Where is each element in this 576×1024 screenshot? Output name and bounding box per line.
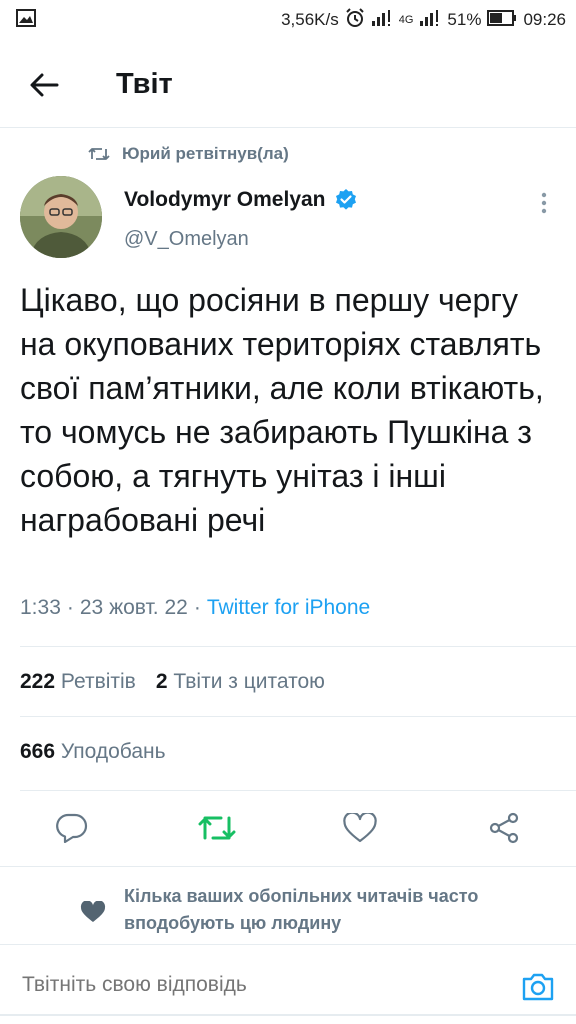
share-icon (489, 812, 519, 844)
clock: 09:26 (523, 10, 566, 29)
top-app-bar: Твіт (0, 42, 576, 128)
meta-separator: · (66, 596, 74, 619)
retweet-context-label: Юрий ретвітнув(ла) (122, 144, 289, 163)
camera-button[interactable] (518, 967, 558, 1007)
network-type: 4G (398, 14, 414, 26)
tweet-actions (0, 800, 576, 856)
battery-icon (487, 9, 517, 31)
reply-input[interactable] (22, 973, 492, 997)
tweet-date: 23 жовт. 22 (79, 596, 188, 619)
meta-separator: · (193, 596, 201, 619)
page-title: Твіт (116, 68, 173, 100)
avatar[interactable] (20, 176, 102, 258)
battery-level: 51% (447, 10, 482, 29)
back-arrow-icon (30, 73, 59, 96)
retweet-icon (198, 816, 236, 840)
mutual-followers-notice: Кілька ваших обопільних читачів часто вп… (0, 866, 576, 942)
retweets-label: Ретвітів (60, 670, 136, 693)
divider (20, 790, 576, 791)
more-vertical-icon (541, 192, 547, 214)
divider (20, 716, 576, 717)
signal-icon-2 (419, 9, 441, 32)
author-name: Volodymyr Omelyan (124, 188, 326, 211)
divider (20, 646, 576, 647)
quotes-stat[interactable]: 2 Твіти з цитатою (156, 670, 325, 694)
status-bar: 3,56K/s 4G 51% 09:26 (0, 0, 576, 40)
reply-underline (0, 1014, 576, 1016)
network-speed: 3,56K/s (281, 10, 339, 29)
share-button[interactable] (484, 808, 524, 848)
gallery-icon (16, 8, 36, 32)
retweets-count: 222 (20, 670, 56, 693)
reply-button[interactable] (52, 808, 92, 848)
more-options-button[interactable] (534, 188, 554, 218)
quotes-label: Твіти з цитатою (173, 670, 325, 693)
back-button[interactable] (20, 61, 68, 109)
alarm-icon (345, 7, 365, 33)
tweet-time: 1:33 (20, 596, 61, 619)
verified-badge-icon (335, 189, 356, 210)
reply-bar (0, 944, 576, 1024)
quotes-count: 2 (155, 670, 168, 693)
likes-stat[interactable]: 666 Уподобань (20, 740, 166, 764)
retweet-small-icon (88, 148, 110, 160)
retweet-stats-row: 222 Ретвітів 2 Твіти з цитатою (20, 670, 325, 694)
author-name-row[interactable]: Volodymyr Omelyan (124, 188, 358, 212)
tweet-text: Цікаво, що росіяни в першу чергу на окуп… (20, 282, 544, 538)
tweet-source-link[interactable]: Twitter for iPhone (207, 596, 370, 620)
likes-count: 666 (20, 740, 56, 763)
likes-label: Уподобань (60, 740, 166, 763)
heart-filled-icon (80, 901, 106, 922)
retweet-button[interactable] (197, 808, 237, 848)
tweet-meta: 1:33 · 23 жовт. 22 · Twitter for iPhone (20, 596, 370, 620)
like-button[interactable] (340, 808, 380, 848)
signal-icon (371, 9, 393, 32)
reply-icon (56, 813, 88, 843)
like-icon (343, 813, 377, 843)
author-handle[interactable]: @V_Omelyan (124, 228, 249, 251)
mutual-followers-text: Кілька ваших обопільних читачів часто вп… (124, 886, 479, 933)
retweet-context[interactable]: Юрий ретвітнув(ла) (88, 144, 289, 164)
camera-icon (522, 973, 554, 1001)
retweets-stat[interactable]: 222 Ретвітів (20, 670, 136, 694)
